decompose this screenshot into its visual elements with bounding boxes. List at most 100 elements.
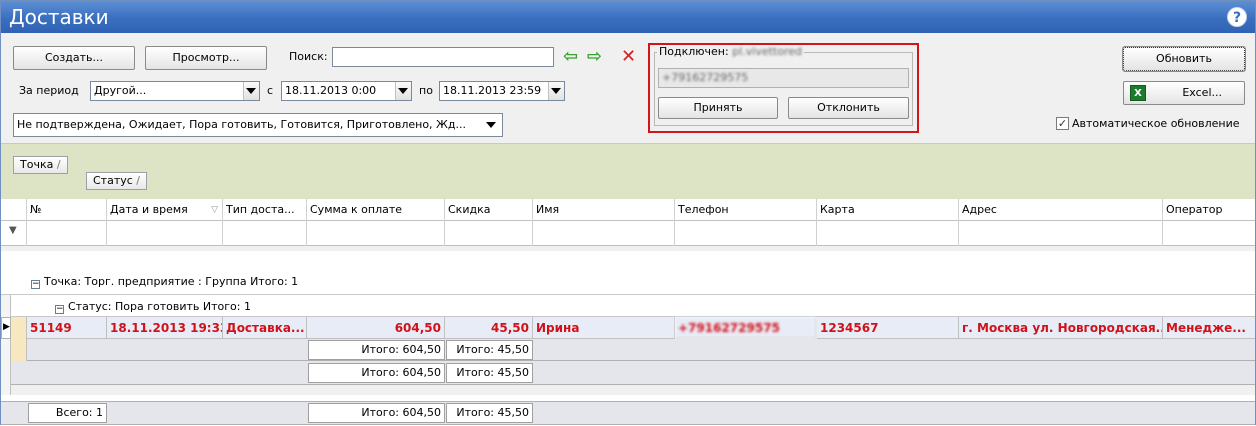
cell-type: Доставка...: [223, 317, 307, 339]
filter-cell[interactable]: [959, 221, 1163, 246]
status-total-sum: Итого: 604,50: [308, 340, 445, 360]
period-select[interactable]: Другой...: [90, 81, 260, 101]
connected-value: pl.vivettored: [732, 45, 802, 58]
point-total-row: [11, 361, 1255, 385]
collapse-icon[interactable]: −: [31, 280, 40, 289]
deliveries-window: Доставки ? Создать... Просмотр... Поиск:…: [0, 0, 1256, 426]
date-to-value: 18.11.2013 23:59: [443, 84, 542, 97]
chevron-down-icon[interactable]: [486, 122, 496, 128]
window-title: Доставки: [9, 5, 109, 29]
call-fieldset: Подключен: pl.vivettored +79162729575 Пр…: [654, 45, 913, 126]
cell-num: 51149: [27, 317, 107, 339]
cell-discount: 45,50: [445, 317, 533, 339]
reject-button[interactable]: Отклонить: [788, 97, 909, 119]
table-row[interactable]: 51149 18.11.2013 19:33 Доставка... 604,5…: [27, 317, 1255, 339]
filter-cell[interactable]: [445, 221, 533, 246]
filter-cell[interactable]: [223, 221, 307, 246]
grid-header: № Дата и время ▽ Тип доста... Сумма к оп…: [1, 199, 1255, 221]
filter-icon-cell[interactable]: ▼: [1, 221, 27, 246]
group-tag-point[interactable]: Точка /: [13, 156, 68, 174]
excel-label: Excel...: [1182, 86, 1222, 99]
call-legend: Подключен: pl.vivettored: [657, 45, 804, 59]
group-tag-point-label: Точка: [20, 158, 54, 171]
grand-total-count: Всего: 1: [28, 403, 107, 423]
cell-operator: Менедже...: [1163, 317, 1255, 339]
row-pointer-icon: ▶: [3, 322, 10, 332]
cell-card: 1234567: [817, 317, 959, 339]
filter-cell[interactable]: [27, 221, 107, 246]
auto-refresh-checkbox[interactable]: ✓: [1056, 117, 1069, 130]
help-icon[interactable]: ?: [1227, 7, 1247, 27]
clear-search-icon[interactable]: ✕: [621, 47, 636, 67]
col-address[interactable]: Адрес: [959, 199, 1163, 221]
filter-cell[interactable]: [533, 221, 675, 246]
to-label: по: [419, 84, 433, 97]
cell-sum: 604,50: [307, 317, 445, 339]
caller-phone-value: +79162729575: [662, 71, 749, 84]
filter-cell[interactable]: [817, 221, 959, 246]
arrow-left-icon[interactable]: ⇦: [563, 47, 578, 67]
excel-icon: X: [1130, 85, 1146, 101]
col-sum[interactable]: Сумма к оплате: [307, 199, 445, 221]
cell-datetime: 18.11.2013 19:33: [107, 317, 223, 339]
chevron-down-icon[interactable]: [395, 82, 411, 100]
filter-cell[interactable]: [307, 221, 445, 246]
deliveries-grid: № Дата и время ▽ Тип доста... Сумма к оп…: [1, 199, 1255, 426]
collapse-icon[interactable]: −: [55, 305, 64, 314]
col-phone[interactable]: Телефон: [675, 199, 817, 221]
group-point-row[interactable]: − Точка: Торг. предприятие : Группа Итого…: [31, 273, 298, 291]
grand-total-sum: Итого: 604,50: [308, 403, 445, 423]
excel-button[interactable]: X Excel...: [1123, 81, 1245, 105]
header-spacer: [1, 199, 27, 221]
period-value: Другой...: [94, 84, 147, 97]
status-filter-select[interactable]: Не подтверждена, Ожидает, Пора готовить,…: [13, 113, 503, 137]
cell-phone: +79162729575: [675, 317, 817, 339]
toolbar: Создать... Просмотр... Поиск: ⇦ ⇨ ✕ За п…: [1, 33, 1255, 143]
col-card[interactable]: Карта: [817, 199, 959, 221]
connected-label: Подключен:: [659, 45, 729, 58]
incoming-call-panel: Подключен: pl.vivettored +79162729575 Пр…: [648, 43, 919, 133]
current-row-indicator[interactable]: ▶: [1, 317, 11, 339]
col-datetime-label: Дата и время: [110, 203, 188, 216]
grand-total-row: [1, 401, 1255, 425]
filter-row: ▼: [1, 221, 1255, 246]
row-indicator-column: [1, 295, 11, 395]
group-tag-status[interactable]: Статус /: [86, 172, 148, 190]
date-from-field[interactable]: 18.11.2013 0:00: [281, 81, 412, 101]
chevron-down-icon[interactable]: [243, 82, 259, 100]
filter-cell[interactable]: [107, 221, 223, 246]
status-total-row: [27, 339, 1255, 361]
sort-icon: ▽: [211, 205, 218, 215]
search-label: Поиск:: [289, 50, 328, 63]
period-label: За период: [19, 84, 79, 97]
status-total-discount: Итого: 45,50: [446, 340, 533, 360]
auto-refresh-label: Автоматическое обновление: [1072, 117, 1240, 130]
from-label: с: [267, 84, 274, 97]
col-type[interactable]: Тип доста...: [223, 199, 307, 221]
title-bar: Доставки ?: [1, 1, 1255, 33]
refresh-button[interactable]: Обновить: [1122, 46, 1246, 72]
group-tag-status-label: Статус: [93, 174, 133, 187]
cell-name: Ирина: [533, 317, 675, 339]
point-total-discount: Итого: 45,50: [446, 363, 533, 383]
group-status-row[interactable]: − Статус: Пора готовить Итого: 1: [55, 298, 251, 316]
filter-cell[interactable]: [1163, 221, 1255, 246]
create-button[interactable]: Создать...: [13, 46, 135, 70]
group-point-label: Точка: Торг. предприятие : Группа Итого:…: [44, 275, 299, 288]
arrow-right-icon[interactable]: ⇨: [587, 47, 602, 67]
view-button[interactable]: Просмотр...: [145, 46, 267, 70]
col-name[interactable]: Имя: [533, 199, 675, 221]
accept-button[interactable]: Принять: [658, 97, 778, 119]
date-to-field[interactable]: 18.11.2013 23:59: [439, 81, 565, 101]
col-datetime[interactable]: Дата и время ▽: [107, 199, 223, 221]
group-status-label: Статус: Пора готовить Итого: 1: [68, 300, 251, 313]
chevron-down-icon[interactable]: [548, 82, 564, 100]
search-input[interactable]: [332, 47, 554, 67]
status-filter-value: Не подтверждена, Ожидает, Пора готовить,…: [17, 118, 466, 131]
col-discount[interactable]: Скидка: [445, 199, 533, 221]
col-operator[interactable]: Оператор: [1163, 199, 1255, 221]
grouping-panel: Точка / Статус /: [1, 143, 1255, 199]
filter-cell[interactable]: [675, 221, 817, 246]
col-num[interactable]: №: [27, 199, 107, 221]
grand-total-discount: Итого: 45,50: [446, 403, 533, 423]
